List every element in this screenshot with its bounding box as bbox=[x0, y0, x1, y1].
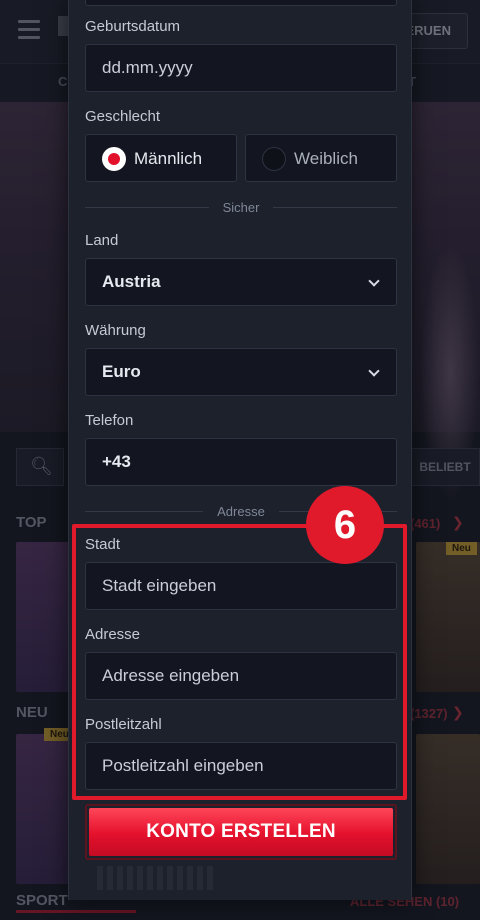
gender-label: Geschlecht bbox=[85, 108, 161, 125]
captcha-area bbox=[97, 866, 217, 890]
gender-option-label: Weiblich bbox=[294, 149, 358, 168]
step-number-badge: 6 bbox=[306, 486, 384, 564]
gender-option-female[interactable]: Weiblich bbox=[245, 134, 397, 182]
country-label: Land bbox=[85, 232, 119, 249]
previous-field-input[interactable] bbox=[85, 0, 397, 6]
divider-label: Sicher bbox=[222, 200, 260, 215]
dob-input[interactable]: dd.mm.yyyy bbox=[85, 44, 397, 92]
chevron-down-icon bbox=[368, 275, 380, 287]
create-account-button[interactable]: KONTO ERSTELLEN bbox=[89, 808, 393, 856]
radio-unchecked-icon bbox=[262, 147, 286, 171]
country-select[interactable]: Austria bbox=[85, 258, 397, 306]
currency-label: Währung bbox=[85, 322, 146, 339]
section-divider-secure: Sicher bbox=[85, 200, 397, 215]
step-highlight-box bbox=[72, 524, 407, 800]
phone-input[interactable]: +43 bbox=[85, 438, 397, 486]
gender-option-label: Männlich bbox=[134, 149, 203, 168]
phone-label: Telefon bbox=[85, 412, 134, 429]
radio-checked-icon bbox=[102, 147, 126, 171]
currency-select[interactable]: Euro bbox=[85, 348, 397, 396]
submit-button-frame: KONTO ERSTELLEN bbox=[85, 804, 397, 860]
gender-option-male[interactable]: Männlich bbox=[85, 134, 237, 182]
country-value: Austria bbox=[102, 272, 161, 291]
dob-label: Geburtsdatum bbox=[85, 18, 181, 35]
chevron-down-icon bbox=[368, 365, 380, 377]
currency-value: Euro bbox=[102, 362, 141, 381]
